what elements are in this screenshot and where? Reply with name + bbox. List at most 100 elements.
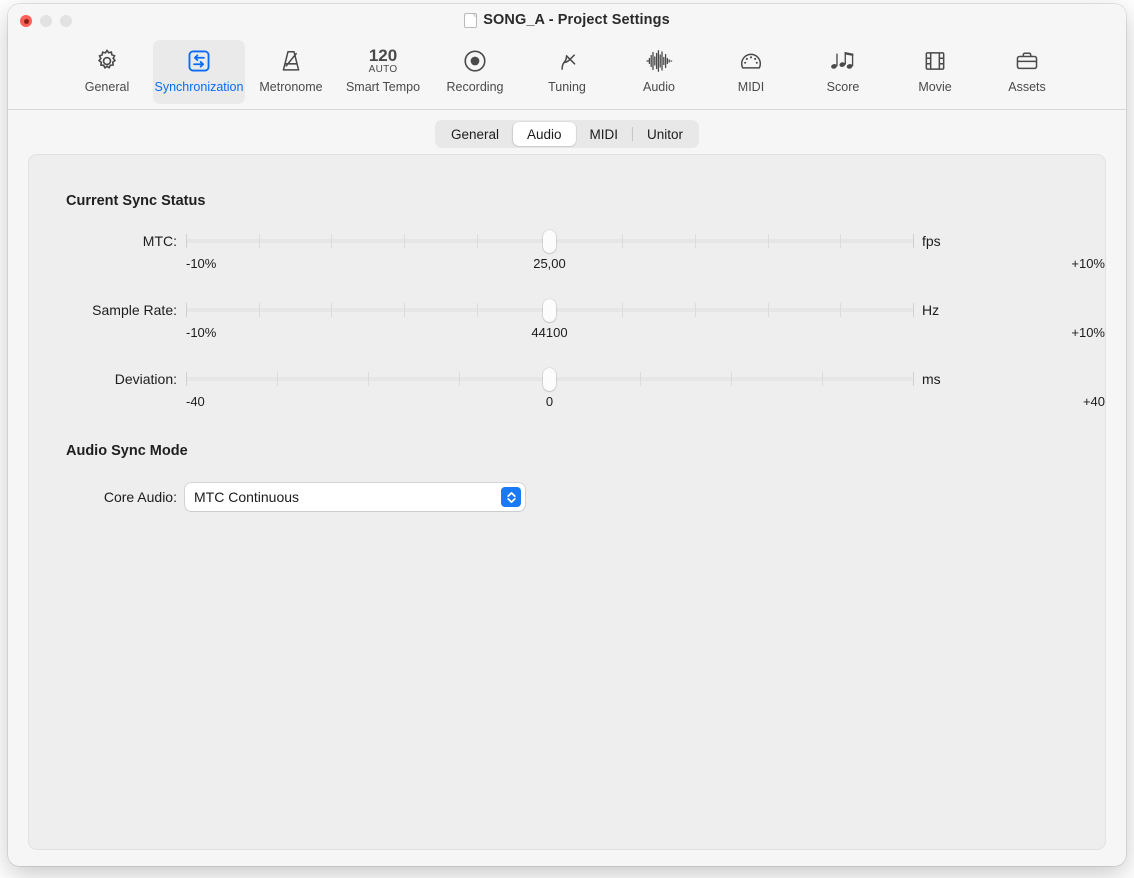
deviation-slider[interactable] bbox=[186, 369, 913, 389]
gear-icon bbox=[94, 46, 120, 76]
settings-toolbar: General Synchronization Metronome bbox=[8, 36, 1126, 110]
slider-tick bbox=[477, 234, 478, 248]
slider-row-deviation: Deviation: ms -40 0 +40 bbox=[29, 369, 1105, 415]
slider-tick bbox=[277, 372, 278, 386]
sample-rate-label: Sample Rate: bbox=[29, 300, 177, 320]
toolbar-item-label: Movie bbox=[918, 80, 951, 94]
slider-tick bbox=[913, 303, 914, 317]
tab-audio[interactable]: Audio bbox=[513, 122, 576, 146]
mtc-min-label: -10% bbox=[186, 256, 216, 271]
core-audio-label: Core Audio: bbox=[29, 483, 177, 511]
tab-general[interactable]: General bbox=[437, 122, 513, 146]
briefcase-icon bbox=[1014, 46, 1040, 76]
tempo-auto-label: AUTO bbox=[369, 64, 398, 75]
toolbar-item-score[interactable]: Score bbox=[797, 40, 889, 104]
tuning-fork-icon bbox=[554, 46, 580, 76]
tempo-value: 120 bbox=[369, 47, 397, 64]
record-circle-icon bbox=[462, 46, 488, 76]
sync-arrows-icon bbox=[186, 46, 212, 76]
mtc-unit: fps bbox=[922, 231, 941, 251]
slider-row-sample-rate: Sample Rate: Hz -10% 44100 +10% bbox=[29, 300, 1105, 346]
slider-tick bbox=[731, 372, 732, 386]
toolbar-item-label: Metronome bbox=[259, 80, 322, 94]
toolbar-item-recording[interactable]: Recording bbox=[429, 40, 521, 104]
mtc-slider-thumb[interactable] bbox=[543, 230, 556, 253]
toolbar-item-label: Tuning bbox=[548, 80, 586, 94]
sample-rate-min-label: -10% bbox=[186, 325, 216, 340]
title-bar: SONG_A - Project Settings bbox=[8, 4, 1126, 36]
sample-rate-slider-thumb[interactable] bbox=[543, 299, 556, 322]
slider-tick bbox=[331, 234, 332, 248]
toolbar-item-label: Recording bbox=[447, 80, 504, 94]
slider-tick bbox=[840, 303, 841, 317]
toolbar-item-midi[interactable]: MIDI bbox=[705, 40, 797, 104]
toolbar-item-label: Score bbox=[827, 80, 860, 94]
toolbar-item-assets[interactable]: Assets bbox=[981, 40, 1073, 104]
slider-tick bbox=[622, 234, 623, 248]
toolbar-item-tuning[interactable]: Tuning bbox=[521, 40, 613, 104]
toolbar-item-label: Audio bbox=[643, 80, 675, 94]
deviation-max-label: +40 bbox=[1083, 394, 1105, 409]
slider-tick bbox=[477, 303, 478, 317]
sample-rate-max-label: +10% bbox=[1071, 325, 1105, 340]
deviation-mid-label: 0 bbox=[546, 394, 553, 409]
toolbar-item-label: Synchronization bbox=[155, 80, 244, 94]
toolbar-item-label: General bbox=[85, 80, 129, 94]
toolbar-item-label: Smart Tempo bbox=[346, 80, 420, 94]
sample-rate-mid-label: 44100 bbox=[531, 325, 567, 340]
chevron-up-down-icon bbox=[501, 487, 521, 507]
mtc-mid-label: 25,00 bbox=[533, 256, 566, 271]
slider-tick bbox=[913, 372, 914, 386]
slider-tick bbox=[913, 234, 914, 248]
mtc-label: MTC: bbox=[29, 231, 177, 251]
tab-bar-area: General Audio MIDI Unitor bbox=[8, 110, 1126, 158]
toolbar-item-label: MIDI bbox=[738, 80, 764, 94]
slider-tick bbox=[404, 234, 405, 248]
mtc-slider[interactable] bbox=[186, 231, 913, 251]
slider-row-mtc: MTC: fps -10% 25,00 +10% bbox=[29, 231, 1105, 277]
slider-tick bbox=[840, 234, 841, 248]
slider-tick bbox=[259, 303, 260, 317]
slider-tick bbox=[459, 372, 460, 386]
slider-tick bbox=[622, 303, 623, 317]
music-notes-icon bbox=[829, 46, 857, 76]
slider-tick bbox=[640, 372, 641, 386]
tempo-120-auto-icon: 120 AUTO bbox=[369, 46, 398, 76]
sample-rate-slider[interactable] bbox=[186, 300, 913, 320]
tab-midi[interactable]: MIDI bbox=[576, 122, 633, 146]
toolbar-item-general[interactable]: General bbox=[61, 40, 153, 104]
tab-unitor[interactable]: Unitor bbox=[633, 122, 697, 146]
toolbar-item-label: Assets bbox=[1008, 80, 1046, 94]
slider-tick bbox=[404, 303, 405, 317]
midi-port-icon bbox=[738, 46, 764, 76]
slider-tick bbox=[768, 303, 769, 317]
film-strip-icon bbox=[922, 46, 948, 76]
toolbar-item-smart-tempo[interactable]: 120 AUTO Smart Tempo bbox=[337, 40, 429, 104]
core-audio-popup-button[interactable]: MTC Continuous bbox=[185, 483, 525, 511]
deviation-unit: ms bbox=[922, 369, 941, 389]
slider-tick bbox=[822, 372, 823, 386]
slider-tick bbox=[186, 372, 187, 386]
sample-rate-unit: Hz bbox=[922, 300, 939, 320]
mtc-max-label: +10% bbox=[1071, 256, 1105, 271]
deviation-slider-thumb[interactable] bbox=[543, 368, 556, 391]
slider-tick bbox=[695, 303, 696, 317]
slider-tick bbox=[331, 303, 332, 317]
settings-content-panel: Current Sync Status MTC: fps -10% 25,00 … bbox=[28, 154, 1106, 850]
waveform-icon bbox=[645, 46, 673, 76]
toolbar-item-synchronization[interactable]: Synchronization bbox=[153, 40, 245, 104]
window-title: SONG_A - Project Settings bbox=[483, 12, 669, 28]
section-title-current-sync-status: Current Sync Status bbox=[66, 193, 205, 209]
document-icon bbox=[464, 13, 477, 28]
section-title-audio-sync-mode: Audio Sync Mode bbox=[66, 443, 188, 459]
toolbar-item-audio[interactable]: Audio bbox=[613, 40, 705, 104]
toolbar-item-metronome[interactable]: Metronome bbox=[245, 40, 337, 104]
window-title-group: SONG_A - Project Settings bbox=[8, 4, 1126, 36]
project-settings-window: SONG_A - Project Settings General Syn bbox=[8, 4, 1126, 866]
slider-tick bbox=[368, 372, 369, 386]
toolbar-item-movie[interactable]: Movie bbox=[889, 40, 981, 104]
deviation-min-label: -40 bbox=[186, 394, 205, 409]
deviation-label: Deviation: bbox=[29, 369, 177, 389]
core-audio-selected-value: MTC Continuous bbox=[185, 489, 501, 505]
slider-tick bbox=[186, 234, 187, 248]
